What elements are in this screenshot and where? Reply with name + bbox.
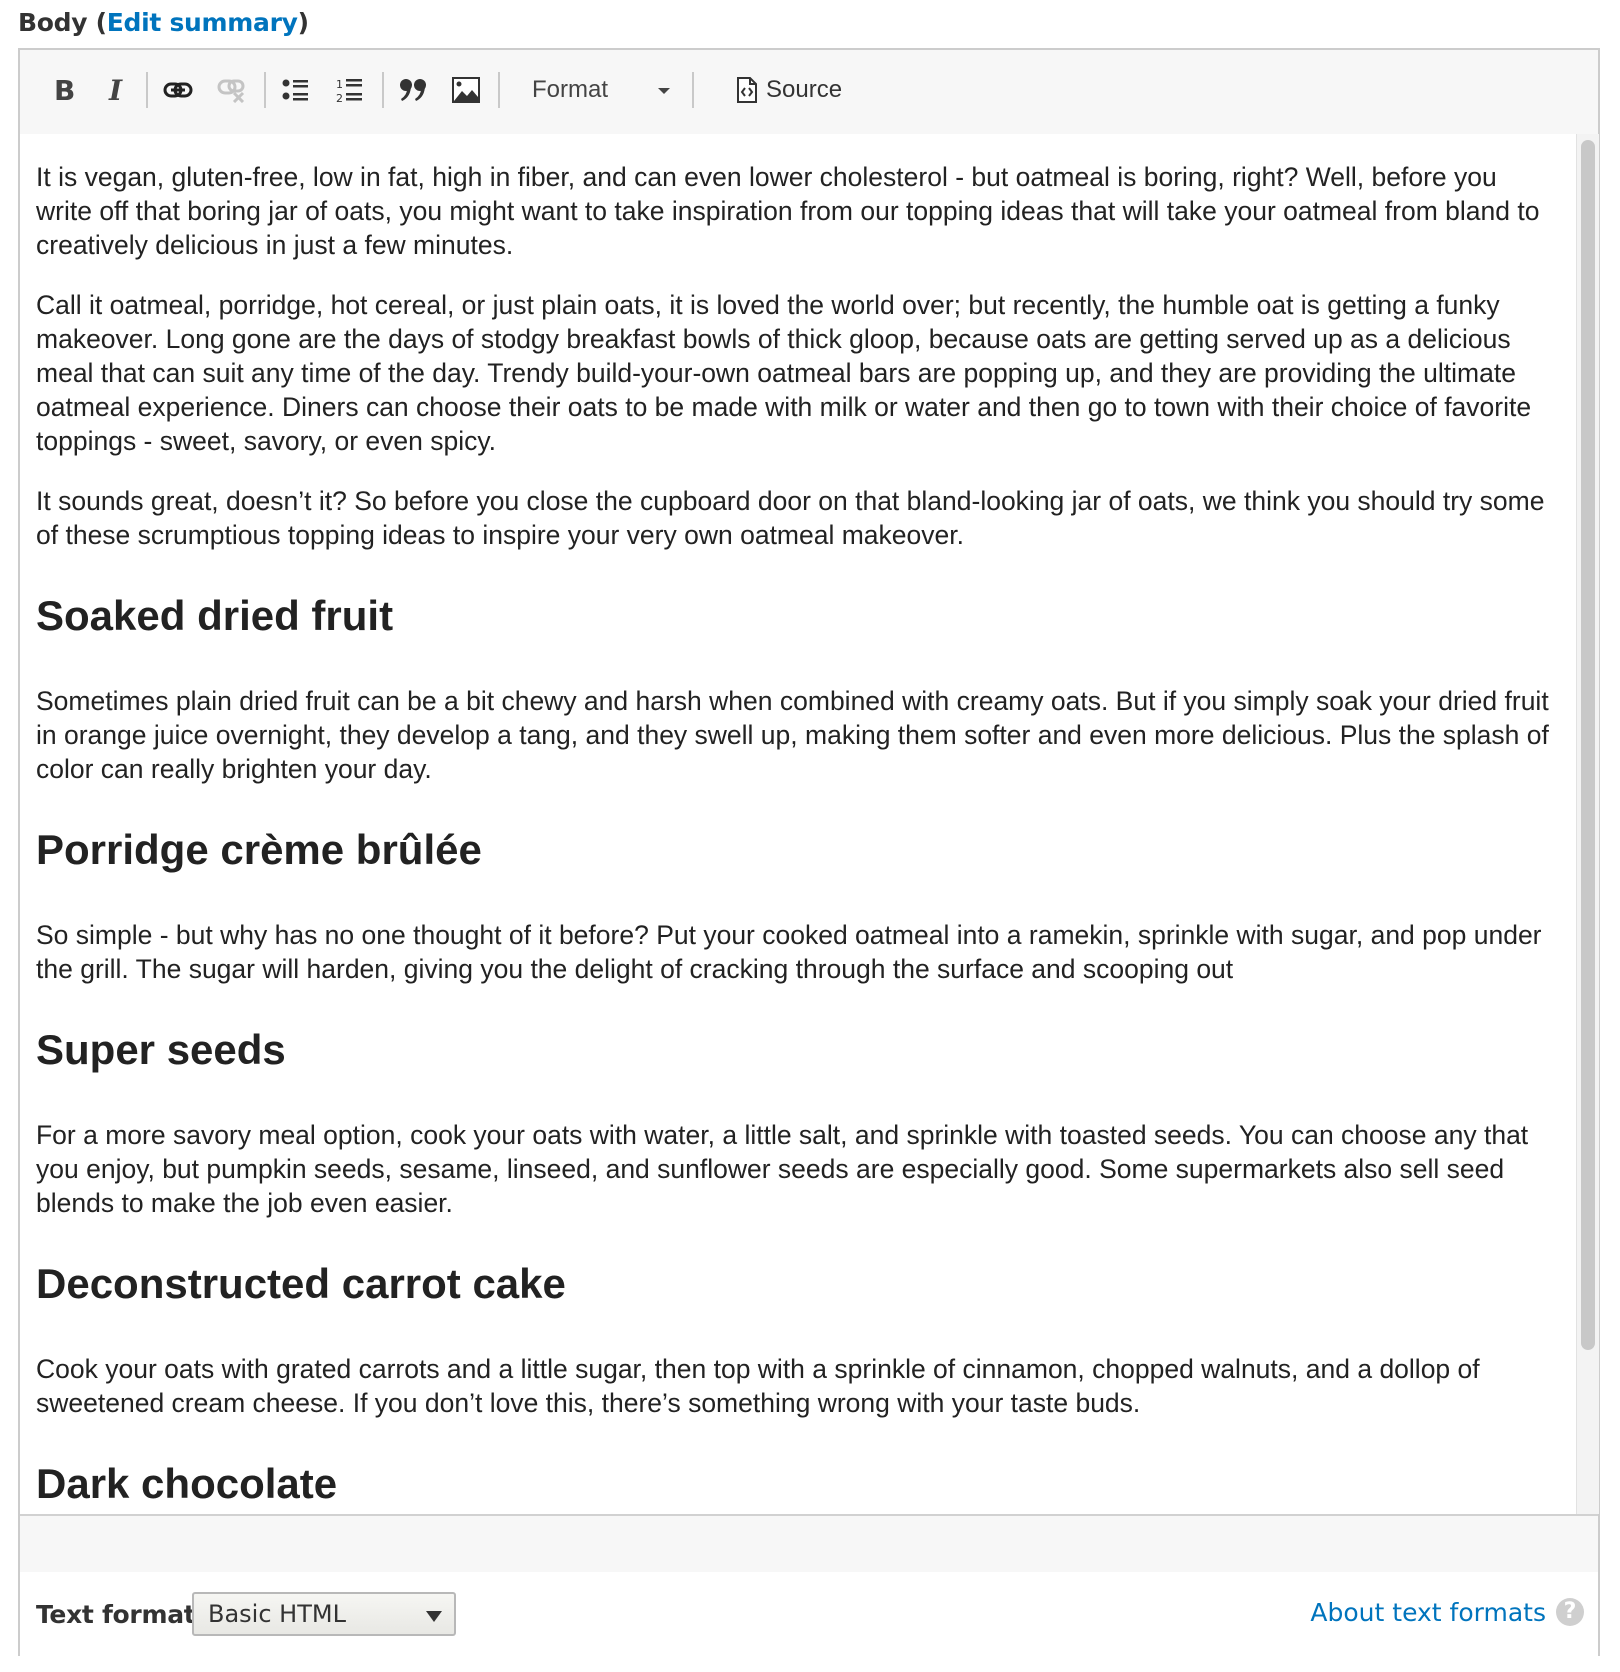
help-icon[interactable]: ?	[1556, 1598, 1584, 1626]
text-format-select[interactable]: Basic HTML	[192, 1592, 456, 1636]
toolbar-separator	[146, 72, 148, 108]
editor-toolbar: B I 1 2 Format Source	[20, 50, 1598, 136]
format-dropdown-label: Format	[532, 76, 609, 103]
section-heading: Soaked dried fruit	[36, 592, 394, 639]
svg-text:B: B	[54, 76, 75, 104]
blockquote-button[interactable]	[394, 68, 434, 112]
source-button[interactable]: Source	[736, 68, 842, 112]
section-paragraph: Cook your oats with grated carrots and a…	[36, 1354, 1480, 1418]
chevron-down-icon	[658, 88, 670, 94]
blockquote-icon	[400, 79, 426, 101]
bold-button[interactable]: B	[46, 68, 82, 112]
close-paren: )	[297, 8, 309, 37]
svg-text:2: 2	[336, 92, 343, 103]
intro-paragraph: Call it oatmeal, porridge, hot cereal, o…	[36, 290, 1532, 456]
text-format-label: Text format	[36, 1600, 196, 1629]
section-paragraph: So simple - but why has no one thought o…	[36, 920, 1542, 984]
open-paren: (	[87, 8, 107, 37]
rich-text-editor: B I 1 2 Format Source It is vegan, glute…	[18, 48, 1600, 1656]
section-heading: Deconstructed carrot cake	[36, 1260, 566, 1307]
text-format-row: Text format Basic HTML About text format…	[20, 1572, 1598, 1656]
dropdown-arrow-icon	[426, 1611, 442, 1622]
toolbar-separator	[264, 72, 266, 108]
section-paragraph: For a more savory meal option, cook your…	[36, 1120, 1529, 1218]
toolbar-separator	[382, 72, 384, 108]
section-heading: Super seeds	[36, 1026, 286, 1073]
link-icon	[163, 82, 193, 98]
italic-icon: I	[108, 76, 123, 104]
section-paragraph: Sometimes plain dried fruit can be a bit…	[36, 686, 1549, 784]
svg-text:1: 1	[336, 78, 343, 91]
image-icon	[452, 77, 480, 103]
toolbar-separator	[498, 72, 500, 108]
about-text-formats-link[interactable]: About text formats	[1310, 1598, 1546, 1627]
unlink-button[interactable]	[212, 68, 252, 112]
edit-summary-link[interactable]: Edit summary	[107, 8, 298, 37]
text-format-selected-value: Basic HTML	[208, 1600, 346, 1628]
editor-scrollbar[interactable]	[1576, 134, 1599, 1514]
bulleted-list-icon	[282, 79, 308, 101]
svg-text:I: I	[108, 76, 123, 104]
body-label-text: Body	[18, 8, 88, 37]
format-dropdown[interactable]: Format	[528, 68, 686, 112]
unlink-icon	[217, 79, 245, 103]
section-heading: Porridge crème brûlée	[36, 826, 482, 873]
link-button[interactable]	[158, 68, 198, 112]
intro-paragraph: It sounds great, doesn’t it? So before y…	[36, 486, 1545, 550]
editor-content-area[interactable]: It is vegan, gluten-free, low in fat, hi…	[20, 134, 1576, 1514]
section-heading: Dark chocolate	[36, 1460, 338, 1507]
image-button[interactable]	[446, 68, 486, 112]
scrollbar-thumb[interactable]	[1581, 140, 1595, 1350]
italic-button[interactable]: I	[100, 68, 136, 112]
numbered-list-button[interactable]: 1 2	[330, 68, 370, 112]
source-code-icon	[737, 77, 757, 103]
intro-paragraph: It is vegan, gluten-free, low in fat, hi…	[36, 162, 1540, 260]
editor-status-bar	[20, 1514, 1598, 1574]
numbered-list-icon: 1 2	[336, 78, 362, 103]
bold-icon: B	[54, 76, 75, 104]
source-button-label: Source	[766, 76, 843, 103]
toolbar-separator	[692, 72, 694, 108]
body-field-label: Body (Edit summary)	[18, 8, 309, 37]
bulleted-list-button[interactable]	[276, 68, 316, 112]
